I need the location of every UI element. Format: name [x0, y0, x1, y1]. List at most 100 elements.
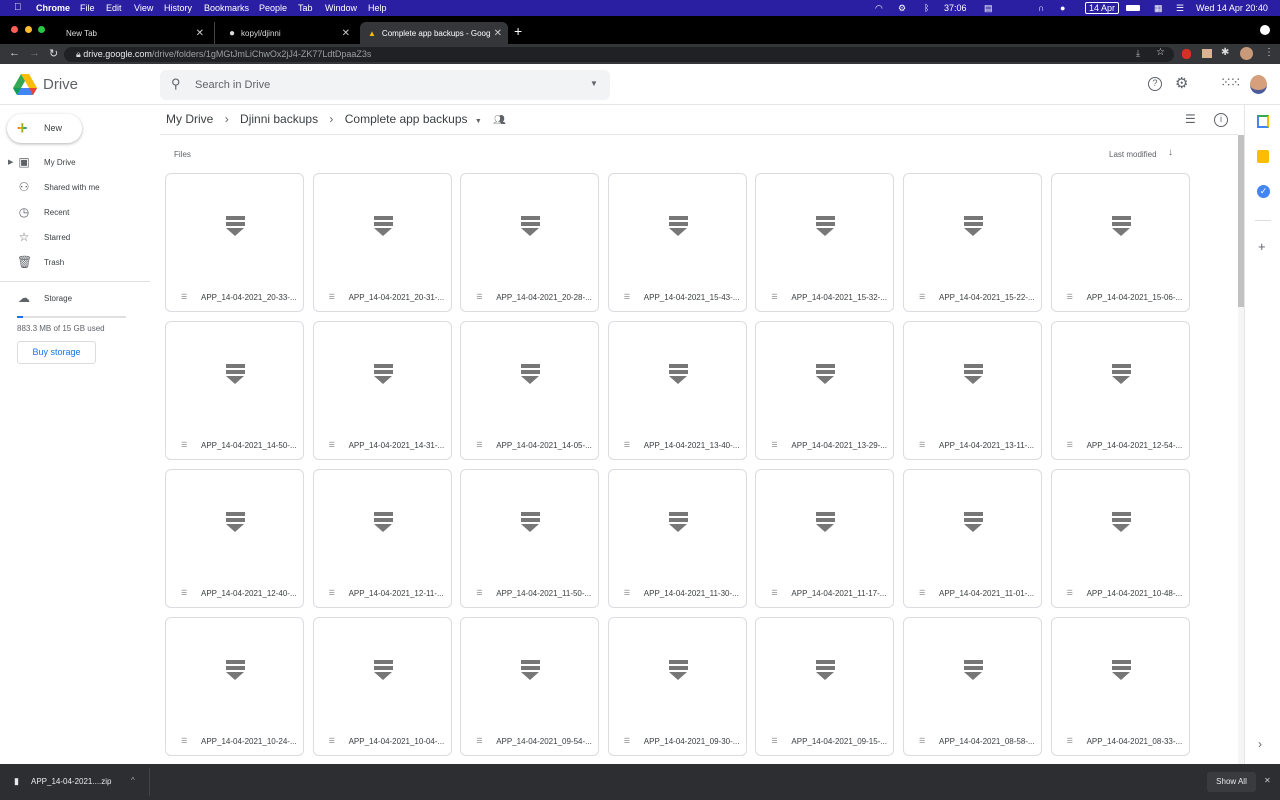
file-card[interactable]: ☰ APP_14-04-2021_08-33-... — [1050, 617, 1190, 756]
help-icon[interactable]: ? — [1148, 77, 1162, 91]
file-card[interactable]: ☰ APP_14-04-2021_09-15-... — [755, 617, 895, 756]
file-card[interactable]: ☰ APP_14-04-2021_12-11-... — [312, 469, 452, 608]
gear-status-icon[interactable]: ⚙ — [898, 3, 906, 14]
buy-storage-button[interactable]: Buy storage — [17, 341, 96, 364]
wifi-icon[interactable]: ◠ — [875, 3, 883, 14]
close-tab-icon[interactable]: ✕ — [342, 28, 350, 39]
profile-avatar[interactable] — [1240, 47, 1253, 60]
search-input[interactable]: ⚲ Search in Drive ▼ — [160, 70, 610, 100]
sidebar-item-trash[interactable]: 🗑︎ Trash — [0, 250, 150, 274]
expand-panel-icon[interactable]: › — [1258, 737, 1262, 751]
file-card[interactable]: ☰ APP_14-04-2021_20-33-... — [165, 173, 304, 312]
file-card[interactable]: ☰ APP_14-04-2021_15-32-... — [755, 173, 895, 312]
file-card[interactable]: ☰ APP_14-04-2021_13-29-... — [755, 321, 895, 460]
sidebar-item-starred[interactable]: ☆ Starred — [0, 225, 150, 249]
new-tab-button[interactable]: + — [514, 23, 522, 39]
menu-app[interactable]: Chrome — [36, 3, 70, 13]
account-avatar[interactable] — [1250, 75, 1267, 94]
drive-logo-text[interactable]: Drive — [43, 76, 78, 93]
download-options-chevron-icon[interactable]: ^ — [131, 776, 135, 785]
clock-text[interactable]: Wed 14 Apr 20:40 — [1196, 3, 1268, 13]
tab-search-icon[interactable] — [1260, 25, 1270, 35]
settings-gear-icon[interactable]: ⚙ — [1175, 74, 1188, 92]
chrome-menu-icon[interactable]: ⋮ — [1264, 47, 1274, 58]
search-options-icon[interactable]: ▼ — [590, 79, 598, 88]
extension-icon[interactable] — [1182, 49, 1191, 59]
breadcrumb-djinni[interactable]: Djinni backups — [240, 112, 318, 126]
control-center-icon[interactable]: ☰ — [1176, 3, 1184, 14]
search-icon[interactable]: ⚲ — [171, 76, 181, 92]
battery-icon[interactable] — [1126, 5, 1140, 11]
keep-icon[interactable] — [1257, 150, 1269, 163]
menu-tab[interactable]: Tab — [298, 3, 313, 13]
telegram-icon[interactable]: ● — [1060, 3, 1065, 13]
file-card[interactable]: ☰ APP_14-04-2021_13-11-... — [903, 321, 1042, 460]
show-all-button[interactable]: Show All — [1207, 772, 1256, 792]
file-card[interactable]: ☰ APP_14-04-2021_20-28-... — [460, 173, 600, 312]
file-card[interactable]: ☰ APP_14-04-2021_14-50-... — [165, 321, 304, 460]
notes-icon[interactable]: ▤ — [984, 3, 993, 14]
add-addon-icon[interactable]: + — [1258, 239, 1266, 254]
file-card[interactable]: ☰ APP_14-04-2021_15-22-... — [903, 173, 1042, 312]
menu-file[interactable]: File — [80, 3, 95, 13]
close-window-button[interactable] — [11, 26, 18, 33]
menu-bookmarks[interactable]: Bookmarks — [204, 3, 249, 13]
close-download-bar-icon[interactable]: ✕ — [1264, 776, 1271, 785]
file-card[interactable]: ☰ APP_14-04-2021_11-17-... — [755, 469, 895, 608]
url-field[interactable]: 🔒︎ drive.google.com/drive/folders/1gMGtJ… — [64, 47, 1174, 62]
install-icon[interactable]: ⤓ — [1136, 48, 1140, 59]
file-card[interactable]: ☰ APP_14-04-2021_12-40-... — [165, 469, 304, 608]
file-card[interactable]: ☰ APP_14-04-2021_13-40-... — [607, 321, 747, 460]
menu-window[interactable]: Window — [325, 3, 357, 13]
file-card[interactable]: ☰ APP_14-04-2021_10-04-... — [312, 617, 452, 756]
bluetooth-icon[interactable]: ᛒ — [924, 3, 929, 13]
extensions-puzzle-icon[interactable]: ✱ — [1221, 47, 1229, 58]
menu-people[interactable]: People — [259, 3, 287, 13]
file-card[interactable]: ☰ APP_14-04-2021_14-05-... — [460, 321, 600, 460]
menu-help[interactable]: Help — [368, 3, 387, 13]
download-filename[interactable]: APP_14-04-2021....zip — [31, 777, 112, 786]
tasks-icon[interactable]: ✓ — [1257, 185, 1270, 198]
sidebar-item-my-drive[interactable]: ▣ My Drive — [0, 150, 150, 174]
minimize-window-button[interactable] — [25, 26, 32, 33]
sidebar-item-recent[interactable]: ◷ Recent — [0, 200, 150, 224]
file-card[interactable]: ☰ APP_14-04-2021_08-58-... — [903, 617, 1042, 756]
close-tab-icon[interactable]: ✕ — [494, 28, 502, 39]
headphones-icon[interactable]: ∩ — [1038, 3, 1044, 13]
menu-view[interactable]: View — [134, 3, 153, 13]
file-card[interactable]: ☰ APP_14-04-2021_11-01-... — [903, 469, 1042, 608]
calendar-icon[interactable] — [1257, 115, 1269, 128]
file-card[interactable]: ☰ APP_14-04-2021_11-50-... — [460, 469, 600, 608]
extension-icon[interactable] — [1202, 49, 1212, 58]
new-button[interactable]: + New — [7, 114, 82, 143]
date-badge[interactable]: 14 Apr — [1085, 2, 1120, 14]
apps-grid-icon[interactable]: ⁙⁙ — [1220, 74, 1242, 91]
forward-icon[interactable]: → — [29, 47, 40, 59]
apple-icon[interactable]:  — [14, 2, 22, 13]
file-card[interactable]: ☰ APP_14-04-2021_12-54-... — [1050, 321, 1190, 460]
sidebar-item-shared[interactable]: ⚇ Shared with me — [0, 175, 150, 199]
sidebar-item-storage[interactable]: ☁︎ Storage — [0, 286, 150, 310]
file-card[interactable]: ☰ APP_14-04-2021_15-06-... — [1050, 173, 1190, 312]
timer-text[interactable]: 37:06 — [944, 3, 967, 13]
sort-last-modified[interactable]: Last modified — [1109, 150, 1157, 159]
tab-drive[interactable]: ▲ Complete app backups - Goog ✕ — [360, 22, 508, 44]
menu-history[interactable]: History — [164, 3, 192, 13]
tab-new-tab[interactable]: New Tab ✕ — [56, 22, 210, 44]
reload-icon[interactable]: ↻ — [49, 47, 58, 60]
tab-github[interactable]: ● kopyl/djinni ✕ — [214, 22, 356, 44]
flag-icon[interactable]: ▦ — [1154, 3, 1163, 14]
menu-edit[interactable]: Edit — [106, 3, 122, 13]
file-card[interactable]: ☰ APP_14-04-2021_20-31-... — [312, 173, 452, 312]
shared-people-icon[interactable]: 👥︎ — [493, 115, 506, 126]
file-card[interactable]: ☰ APP_14-04-2021_10-48-... — [1050, 469, 1190, 608]
drive-logo-icon[interactable] — [13, 74, 37, 95]
breadcrumb-current[interactable]: Complete app backups — [345, 112, 468, 126]
file-card[interactable]: ☰ APP_14-04-2021_10-24-... — [165, 617, 304, 756]
info-icon[interactable]: i — [1214, 113, 1228, 127]
chevron-down-icon[interactable]: ▼ — [475, 118, 482, 125]
file-card[interactable]: ☰ APP_14-04-2021_15-43-... — [607, 173, 747, 312]
file-card[interactable]: ☰ APP_14-04-2021_09-30-... — [607, 617, 747, 756]
back-icon[interactable]: ← — [9, 47, 20, 59]
breadcrumb-my-drive[interactable]: My Drive — [166, 112, 213, 126]
